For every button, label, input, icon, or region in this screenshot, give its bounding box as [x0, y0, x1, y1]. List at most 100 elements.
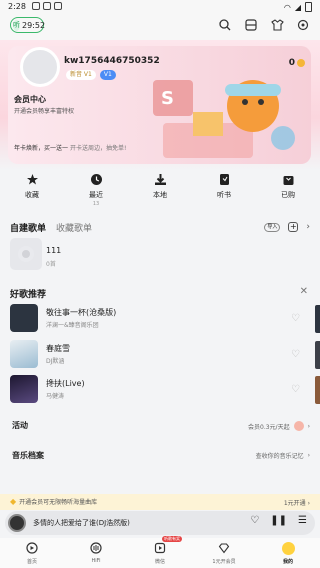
- battery-icon: [305, 2, 312, 12]
- vip-banner-text: 开通会员可无限畅听海量曲库: [19, 499, 98, 506]
- tab-label: 1元开会员: [212, 559, 236, 565]
- timer-text: 29:52: [22, 20, 46, 30]
- diamond-icon: [217, 541, 231, 555]
- add-playlist-icon[interactable]: +: [288, 222, 299, 232]
- activity-row[interactable]: 活动 会员0.3元/天起 ›: [10, 420, 310, 434]
- vip-banner-left: ◆ 开通会员可无限畅听海量曲库: [10, 497, 97, 506]
- chevron-right-icon[interactable]: ›: [306, 222, 310, 232]
- hifi-icon: [89, 541, 103, 555]
- player-controls: ♡ ❚❚ ☰: [250, 515, 307, 526]
- vip-center-subtitle: 开通会员畅享丰富特权: [14, 108, 75, 115]
- playlist-tabs: 自建歌单 收藏歌单: [10, 221, 92, 234]
- tab-home[interactable]: 首页: [2, 538, 62, 568]
- mini-player[interactable]: 多情的人把爱给了谁(DJ浩然版) ♡ ❚❚ ☰: [5, 511, 315, 535]
- shortcut-audiobook[interactable]: 听书: [199, 172, 249, 212]
- chevron-right-icon: ›: [307, 422, 310, 430]
- tab-mine[interactable]: 我的: [258, 538, 318, 568]
- song-artist: 洋澜一&臻音阁乐团: [46, 322, 99, 329]
- coin-count: 0: [288, 58, 295, 68]
- tab-label: 首页: [26, 559, 37, 565]
- music-archive-right: 查收你的音乐记忆 ›: [256, 451, 310, 460]
- shortcut-label: 收藏: [25, 191, 39, 199]
- timer-icon: 听: [13, 19, 20, 31]
- disc-icon: [18, 246, 34, 262]
- song-artist: 马健涛: [46, 393, 65, 400]
- vip-illustration: S: [153, 68, 303, 164]
- status-right: ◠ ◢: [284, 2, 312, 12]
- gift-icon: [293, 421, 304, 431]
- tab-label: 微信: [154, 559, 165, 565]
- song-item[interactable]: 搀扶(Live) 马健涛 ♡: [10, 375, 310, 405]
- heart-icon[interactable]: ♡: [291, 349, 300, 360]
- playlist-queue-icon[interactable]: ☰: [298, 515, 307, 526]
- level-badge[interactable]: 新音 V1: [66, 70, 96, 80]
- music-archive-row[interactable]: 音乐档案 查收你的音乐记忆 ›: [10, 450, 310, 464]
- top-bar: 听 29:52: [0, 14, 320, 40]
- bottom-tabbar: 首页 HiFi 听歌有奖 微信 1元开会员 我的: [0, 536, 320, 568]
- vip-banner-cta[interactable]: 1元开通 ›: [284, 498, 310, 507]
- activity-label: 活动: [12, 421, 28, 430]
- vip-promo[interactable]: 年卡焕新，买一送一 开卡送周边，抽免单!: [14, 143, 126, 152]
- tab-collected-playlists[interactable]: 收藏歌单: [56, 221, 92, 234]
- activity-right: 会员0.3元/天起 ›: [248, 421, 310, 431]
- shortcut-recent[interactable]: 最近 13: [71, 172, 121, 212]
- shortcut-local[interactable]: 本地: [135, 172, 185, 212]
- download-icon: [153, 172, 167, 186]
- shortcut-label: 已购: [281, 191, 295, 199]
- tab-tag: 听歌有奖: [162, 536, 182, 542]
- music-archive-right-text: 查收你的音乐记忆: [255, 453, 304, 460]
- tab-label: 我的: [282, 559, 293, 565]
- next-card-peek: [315, 376, 320, 404]
- search-icon[interactable]: [218, 18, 232, 32]
- skin-shirt-icon[interactable]: [270, 18, 284, 32]
- song-cover: [10, 375, 38, 403]
- heart-icon[interactable]: ♡: [291, 313, 300, 324]
- close-icon[interactable]: ✕: [300, 286, 308, 297]
- playlist-tools: 导入 + ›: [264, 222, 310, 232]
- import-button[interactable]: 导入: [264, 222, 281, 232]
- player-title: 多情的人把爱给了谁(DJ浩然版): [33, 519, 130, 527]
- vip-promo-more: 开卡送周边，抽免单!: [69, 145, 127, 152]
- playlist-item[interactable]: 111 0首: [10, 238, 310, 272]
- tab-hifi[interactable]: HiFi: [66, 538, 126, 568]
- playlist-name: 111: [46, 246, 62, 255]
- tab-video[interactable]: 听歌有奖 微信: [130, 536, 190, 568]
- coin-balance[interactable]: 0: [289, 58, 305, 68]
- heart-icon[interactable]: ♡: [250, 515, 259, 526]
- shortcut-label: 最近: [89, 191, 103, 199]
- song-item[interactable]: 春庭雪 DJ默涵 ♡: [10, 340, 310, 370]
- diamond-icon: ◆: [10, 497, 17, 506]
- vip-center-title[interactable]: 会员中心: [14, 94, 46, 105]
- song-item[interactable]: 敬往事一杯(沧桑版) 洋澜一&臻音阁乐团 ♡: [10, 304, 310, 334]
- recommend-title: 好歌推荐: [10, 290, 47, 300]
- heart-icon[interactable]: ♡: [291, 384, 300, 395]
- playlist-cover: [10, 238, 42, 270]
- username[interactable]: kw1756446750352: [64, 56, 160, 66]
- tab-vip[interactable]: 1元开会员: [194, 538, 254, 568]
- status-bar: 2:28 ◠ ◢: [0, 0, 320, 14]
- user-badges: 新音 V1 V1: [66, 70, 116, 80]
- book-icon: [217, 172, 231, 186]
- vip-banner[interactable]: ◆ 开通会员可无限畅听海量曲库 1元开通 ›: [0, 494, 320, 510]
- bag-icon: [281, 172, 295, 186]
- mine-icon: [281, 541, 295, 555]
- avatar[interactable]: [20, 47, 60, 87]
- shortcut-favorites[interactable]: 收藏: [7, 172, 57, 212]
- status-notification-icons: [32, 2, 62, 10]
- tab-label: HiFi: [91, 558, 101, 564]
- shortcut-label: 本地: [153, 191, 167, 199]
- wifi-icon: ◠: [283, 2, 291, 12]
- settings-icon[interactable]: [296, 18, 310, 32]
- chevron-right-icon: ›: [307, 452, 310, 459]
- song-cover: [10, 340, 38, 368]
- pause-icon[interactable]: ❚❚: [270, 515, 287, 526]
- shortcut-row: 收藏 最近 13 本地 听书 已购: [0, 172, 320, 212]
- shortcut-purchased[interactable]: 已购: [263, 172, 313, 212]
- vip-badge[interactable]: V1: [99, 70, 116, 80]
- tab-my-playlists[interactable]: 自建歌单: [10, 221, 46, 234]
- scan-icon[interactable]: [244, 18, 258, 32]
- song-title: 搀扶(Live): [46, 379, 85, 388]
- clock-icon: [89, 172, 103, 186]
- home-icon: [25, 541, 39, 555]
- listen-timer-pill[interactable]: 听 29:52: [10, 17, 46, 33]
